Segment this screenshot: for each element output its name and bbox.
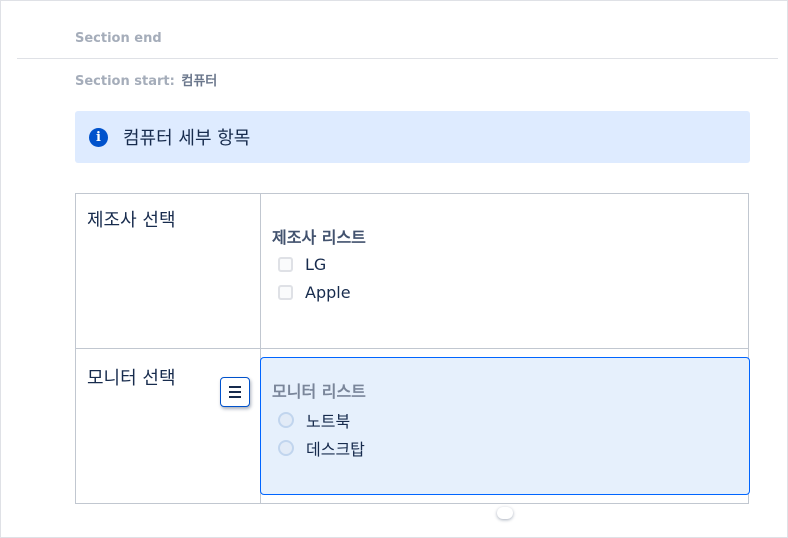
table-label-cell[interactable]: 모니터 선택 [76,349,261,503]
table-label-cell[interactable]: 제조사 선택 [76,194,261,348]
checkbox-option-lg[interactable]: LG [278,255,326,274]
checkbox[interactable] [278,285,293,300]
radio-button[interactable] [278,440,294,456]
section-start-prefix: Section start: [75,74,175,89]
checkbox-label: Apple [305,283,351,302]
info-panel-text[interactable]: 컴퓨터 세부 항목 [123,124,250,150]
table-row: 제조사 선택 제조사 리스트 LG Apple [76,194,748,349]
resize-handle[interactable] [497,507,513,519]
radio-option-desktop[interactable]: 데스크탑 [278,436,365,460]
row-label: 제조사 선택 [87,210,176,231]
radio-label: 데스크탑 [306,440,365,459]
hamburger-menu-icon[interactable] [220,377,250,407]
section-start-label: Section start: 컴퓨터 [75,70,217,89]
section-start-name: 컴퓨터 [181,74,218,89]
section-divider [17,58,778,59]
radio-button[interactable] [278,412,294,428]
checkbox[interactable] [278,257,293,272]
radio-option-notebook[interactable]: 노트북 [278,408,350,432]
checkbox-group-title: 제조사 리스트 [272,228,366,247]
checkbox-label: LG [305,255,327,274]
info-panel[interactable]: i 컴퓨터 세부 항목 [75,111,750,163]
radio-label: 노트북 [306,412,351,431]
selected-radio-group[interactable]: 모니터 리스트 노트북 데스크탑 [260,357,750,495]
info-icon: i [89,127,108,147]
checkbox-option-apple[interactable]: Apple [278,283,351,302]
table-row: 모니터 선택 모니터 리스트 노트북 데스크탑 [76,349,750,503]
section-end-label: Section end [75,31,162,46]
row-label: 모니터 선택 [87,368,176,389]
radio-group-title: 모니터 리스트 [272,382,366,401]
editor-frame: Section end Section start: 컴퓨터 i 컴퓨터 세부 … [0,0,788,538]
layout-table: 제조사 선택 제조사 리스트 LG Apple 모니터 선택 모니터 리스트 노… [75,193,750,504]
